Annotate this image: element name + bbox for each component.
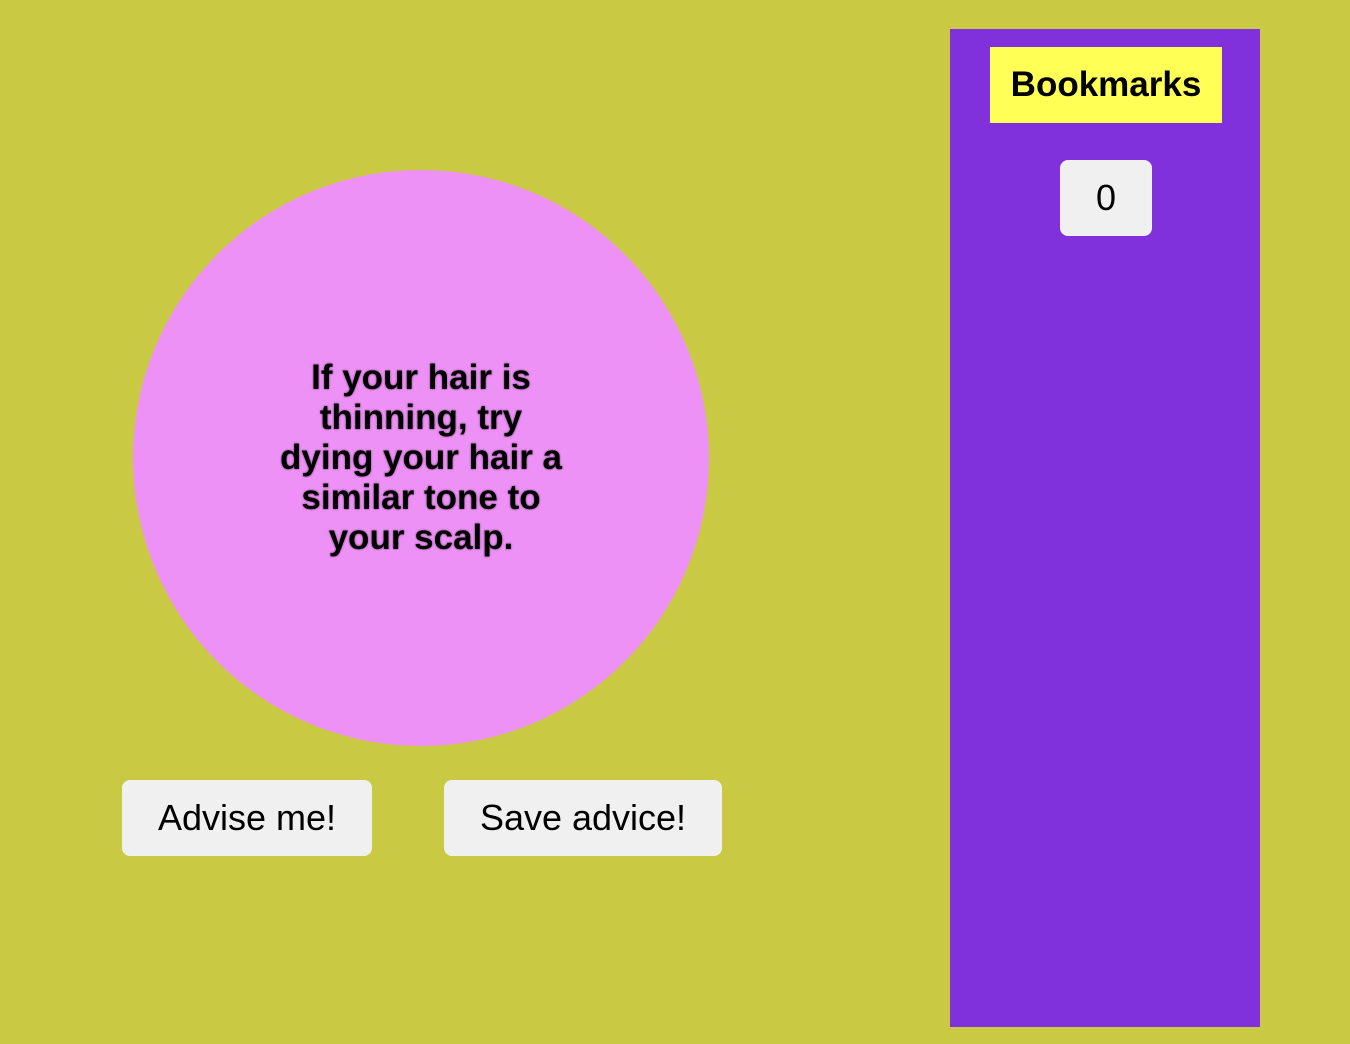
advice-text: If your hair is thinning, try dying your… (280, 358, 562, 557)
advise-me-button[interactable]: Advise me! (122, 780, 372, 856)
bookmark-count-button[interactable]: 0 (1060, 160, 1152, 236)
save-advice-button[interactable]: Save advice! (444, 780, 722, 856)
bookmarks-title: Bookmarks (990, 47, 1222, 123)
advice-circle: If your hair is thinning, try dying your… (133, 170, 709, 746)
bookmarks-panel: Bookmarks 0 (950, 29, 1260, 1027)
